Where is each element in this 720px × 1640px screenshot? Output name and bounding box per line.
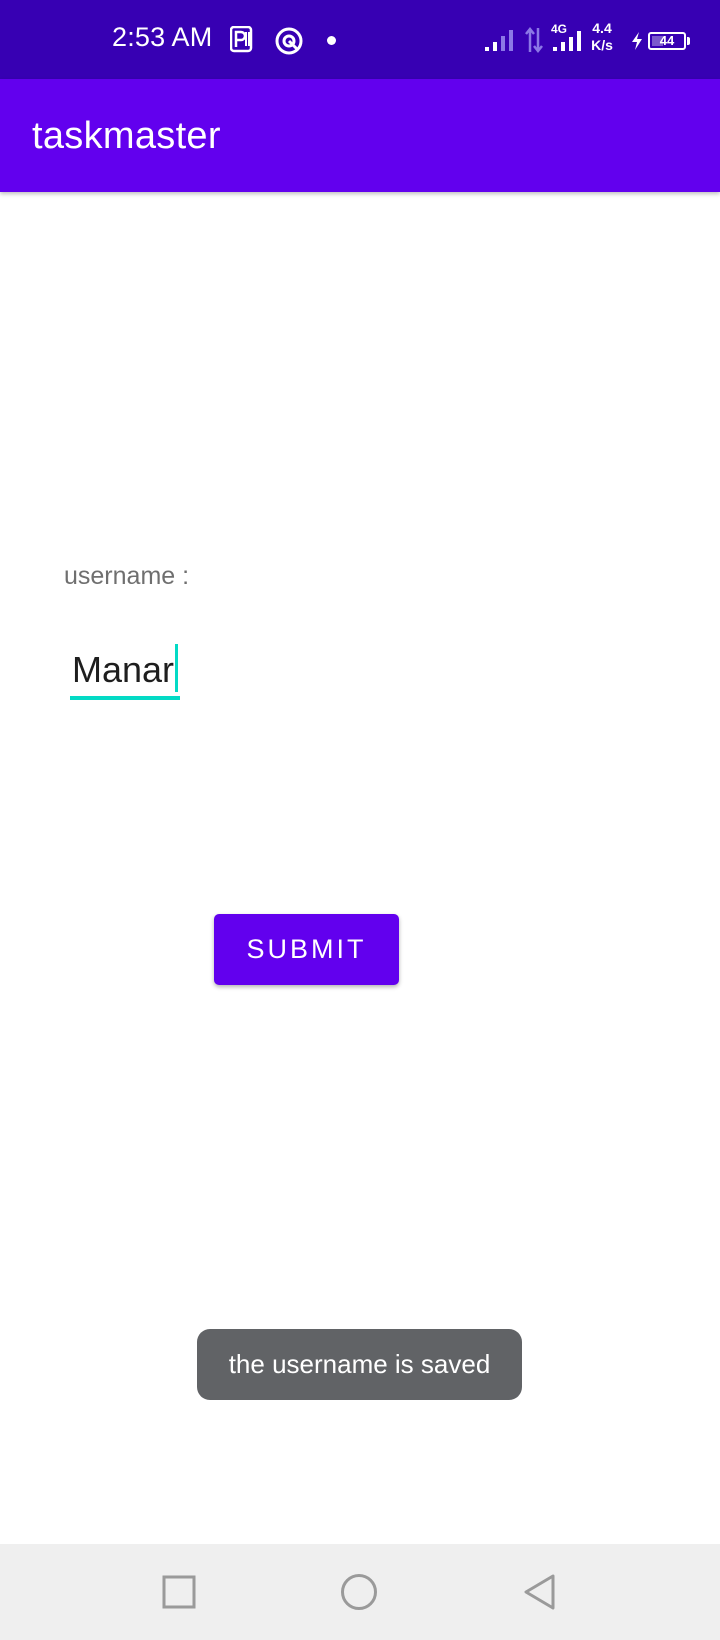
parking-icon xyxy=(230,26,253,53)
net-speed-indicator: 4.4 K/s xyxy=(589,20,615,54)
status-bar: 2:53 AM 4G 4.4 K/s 44 xyxy=(0,0,720,79)
net-speed-unit: K/s xyxy=(591,37,613,53)
battery-level: 44 xyxy=(659,33,675,48)
username-input[interactable]: Manar xyxy=(70,640,181,700)
username-label: username : xyxy=(64,562,190,590)
username-input-value: Manar xyxy=(72,649,175,690)
net-speed-value: 4.4 xyxy=(592,20,612,36)
app-bar: taskmaster xyxy=(0,79,720,192)
charging-icon xyxy=(632,32,642,50)
home-circle-icon[interactable] xyxy=(340,1573,378,1611)
data-arrows-icon xyxy=(525,26,543,54)
notification-dot-icon xyxy=(327,36,336,45)
text-cursor xyxy=(175,644,179,692)
navigation-bar xyxy=(0,1544,720,1640)
signal-4g-icon xyxy=(553,31,581,51)
location-ring-icon xyxy=(275,27,303,55)
signal-icon xyxy=(485,30,513,51)
battery-icon: 44 xyxy=(648,32,686,50)
recents-square-icon[interactable] xyxy=(162,1575,196,1609)
submit-button[interactable]: SUBMIT xyxy=(214,914,399,985)
battery-tip xyxy=(687,37,690,45)
app-title: taskmaster xyxy=(32,115,221,157)
status-time: 2:53 AM xyxy=(112,22,213,52)
back-triangle-icon[interactable] xyxy=(522,1573,558,1611)
toast-message: the username is saved xyxy=(197,1329,522,1400)
